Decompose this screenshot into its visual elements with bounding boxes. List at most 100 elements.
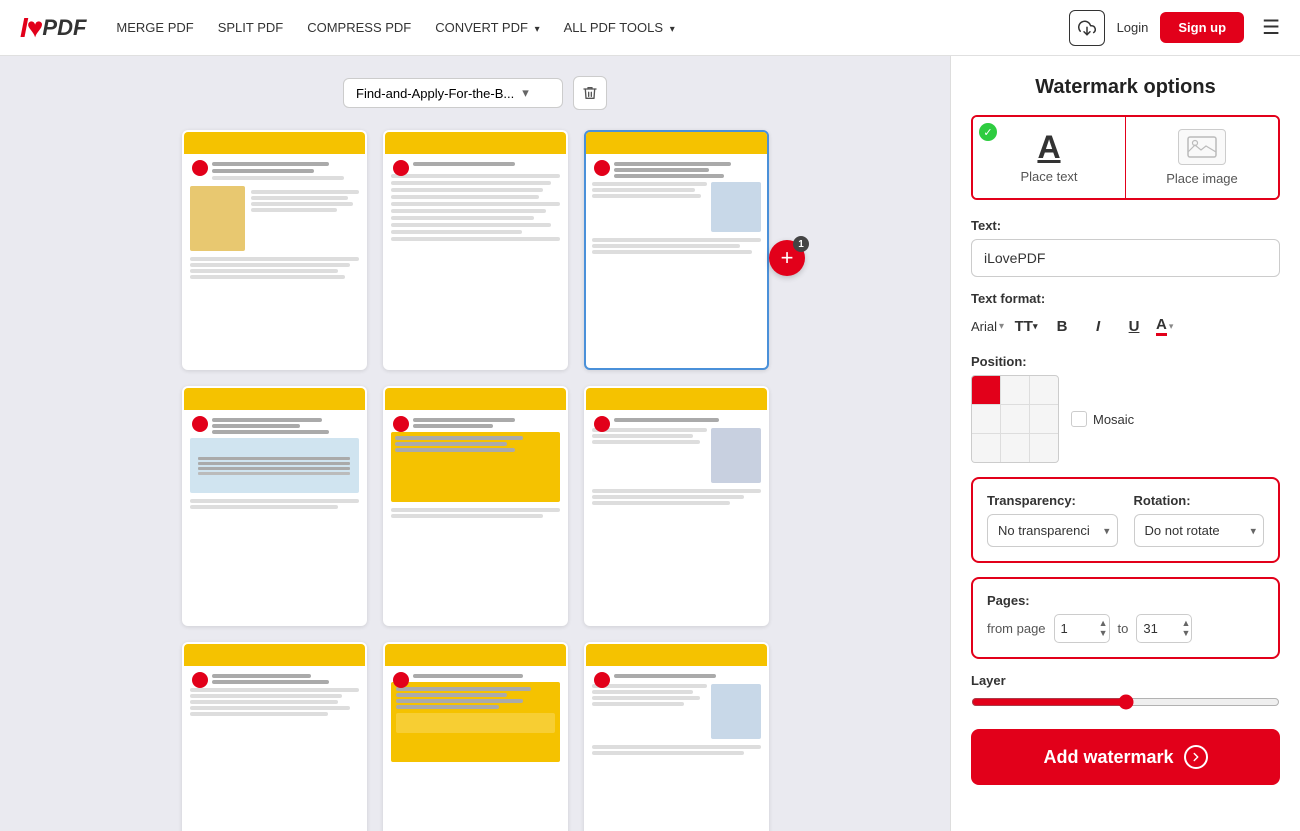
header: I♥PDF MERGE PDF SPLIT PDF COMPRESS PDF C…	[0, 0, 1300, 56]
pos-cell-top-left[interactable]	[972, 376, 1000, 404]
nav-links: MERGE PDF SPLIT PDF COMPRESS PDF CONVERT…	[116, 20, 1068, 35]
to-page-down-arrow[interactable]: ▼	[1181, 629, 1190, 639]
layer-slider[interactable]	[971, 694, 1280, 710]
logo[interactable]: I♥PDF	[20, 12, 86, 44]
check-icon: ✓	[979, 123, 997, 141]
two-col: Transparency: No transparencie... 25% 50…	[987, 493, 1264, 547]
left-panel: Find-and-Apply-For-the-B... ▾	[0, 56, 950, 831]
page-thumb-5[interactable]	[383, 386, 568, 626]
page-thumb-1[interactable]	[182, 130, 367, 370]
pos-cell-bottom-right[interactable]	[1030, 434, 1058, 462]
transparency-label: Transparency:	[987, 493, 1118, 508]
layer-slider-wrap	[971, 694, 1280, 715]
mosaic-label: Mosaic	[1093, 412, 1134, 427]
text-tab-icon: A	[1037, 131, 1060, 163]
add-watermark-button[interactable]: Add watermark	[971, 729, 1280, 785]
rotation-select[interactable]: Do not rotate 45° 90° 135°	[1134, 514, 1265, 547]
nav-compress-pdf[interactable]: COMPRESS PDF	[307, 20, 411, 35]
pages-section: Pages: from page ▲ ▼ to ▲ ▼	[971, 577, 1280, 659]
page-thumb-6[interactable]	[584, 386, 769, 626]
add-page-button[interactable]: + 1	[769, 240, 805, 276]
page-thumb-8[interactable]	[383, 642, 568, 831]
image-tab-label: Place image	[1166, 171, 1238, 186]
mosaic-wrap: Mosaic	[1071, 411, 1134, 427]
layer-label: Layer	[971, 673, 1280, 688]
pos-cell-top-right[interactable]	[1030, 376, 1058, 404]
transparency-col: Transparency: No transparencie... 25% 50…	[987, 493, 1118, 547]
layer-section: Layer	[971, 673, 1280, 715]
rotation-col: Rotation: Do not rotate 45° 90° 135° ▾	[1134, 493, 1265, 547]
position-section: Position: Mos	[971, 354, 1280, 463]
pos-cell-middle-left[interactable]	[972, 405, 1000, 433]
file-name: Find-and-Apply-For-the-B...	[356, 86, 514, 101]
text-format-label: Text format:	[971, 291, 1280, 306]
main-container: Find-and-Apply-For-the-B... ▾	[0, 56, 1300, 831]
add-page-area: + 1	[769, 240, 805, 276]
page-thumb-2[interactable]	[383, 130, 568, 370]
download-button[interactable]	[1069, 10, 1105, 46]
pos-cell-bottom-left[interactable]	[972, 434, 1000, 462]
page-thumb-4[interactable]	[182, 386, 367, 626]
file-selector-bar: Find-and-Apply-For-the-B... ▾	[20, 76, 930, 110]
file-dropdown[interactable]: Find-and-Apply-For-the-B... ▾	[343, 78, 563, 108]
text-tab-label: Place text	[1020, 169, 1077, 184]
size-arrow-icon: ▾	[1033, 321, 1038, 332]
page-thumb-9[interactable]	[584, 642, 769, 831]
header-right: Login Sign up ☰	[1069, 10, 1280, 46]
tab-place-text[interactable]: ✓ A Place text	[973, 117, 1126, 198]
page-thumb-3[interactable]	[584, 130, 769, 370]
transparency-select-wrap: No transparencie... 25% 50% 75% ▾	[987, 514, 1118, 547]
nav-split-pdf[interactable]: SPLIT PDF	[218, 20, 284, 35]
transparency-select[interactable]: No transparencie... 25% 50% 75%	[987, 514, 1118, 547]
from-page-label: from page	[987, 621, 1046, 636]
color-picker[interactable]: A ▾	[1156, 316, 1173, 336]
logo-pdf: PDF	[42, 15, 86, 41]
text-label: Text:	[971, 218, 1280, 233]
from-page-input-wrap: ▲ ▼	[1054, 614, 1110, 643]
image-placeholder-icon	[1178, 129, 1226, 165]
add-badge: 1	[793, 236, 809, 252]
format-row: Arial ▾ TT ▾ B I U A ▾	[971, 312, 1280, 340]
pages-row-inner: from page ▲ ▼ to ▲ ▼	[987, 614, 1264, 643]
dropdown-arrow-icon: ▾	[522, 85, 529, 101]
watermark-tabs: ✓ A Place text Place image	[971, 115, 1280, 200]
to-page-input-wrap: ▲ ▼	[1136, 614, 1192, 643]
panel-title: Watermark options	[971, 76, 1280, 99]
mosaic-checkbox[interactable]	[1071, 411, 1087, 427]
right-panel: Watermark options ✓ A Place text Place i…	[950, 56, 1300, 831]
pos-cell-top-center[interactable]	[1001, 376, 1029, 404]
font-selector[interactable]: Arial ▾	[971, 319, 1004, 334]
font-arrow-icon: ▾	[999, 321, 1004, 332]
nav-all-tools[interactable]: ALL PDF TOOLS ▾	[564, 20, 675, 35]
italic-button[interactable]: I	[1084, 312, 1112, 340]
add-watermark-icon	[1184, 745, 1208, 769]
to-page-arrows: ▲ ▼	[1181, 619, 1190, 639]
pos-cell-bottom-center[interactable]	[1001, 434, 1029, 462]
tab-place-image[interactable]: Place image	[1126, 117, 1278, 198]
rotation-select-wrap: Do not rotate 45° 90° 135° ▾	[1134, 514, 1265, 547]
pages-grid	[165, 130, 785, 831]
bold-button[interactable]: B	[1048, 312, 1076, 340]
underline-button[interactable]: U	[1120, 312, 1148, 340]
page-thumb-7[interactable]	[182, 642, 367, 831]
from-page-down-arrow[interactable]: ▼	[1099, 629, 1108, 639]
nav-merge-pdf[interactable]: MERGE PDF	[116, 20, 193, 35]
position-grid[interactable]	[971, 375, 1059, 463]
pos-cell-middle-right[interactable]	[1030, 405, 1058, 433]
menu-icon[interactable]: ☰	[1262, 15, 1280, 40]
font-size-button[interactable]: TT ▾	[1012, 312, 1040, 340]
signup-button[interactable]: Sign up	[1160, 12, 1244, 43]
transparency-rotation-section: Transparency: No transparencie... 25% 50…	[971, 477, 1280, 563]
login-button[interactable]: Login	[1117, 20, 1149, 35]
add-watermark-label: Add watermark	[1043, 747, 1173, 768]
trash-button[interactable]	[573, 76, 607, 110]
nav-convert-pdf[interactable]: CONVERT PDF ▾	[435, 20, 539, 35]
logo-heart: I♥	[20, 12, 42, 44]
from-page-arrows: ▲ ▼	[1099, 619, 1108, 639]
pos-cell-middle-center[interactable]	[1001, 405, 1029, 433]
text-input[interactable]	[971, 239, 1280, 277]
position-label: Position:	[971, 354, 1280, 369]
pages-label: Pages:	[987, 593, 1264, 608]
position-grid-wrap: Mosaic	[971, 375, 1280, 463]
to-label: to	[1118, 621, 1129, 636]
